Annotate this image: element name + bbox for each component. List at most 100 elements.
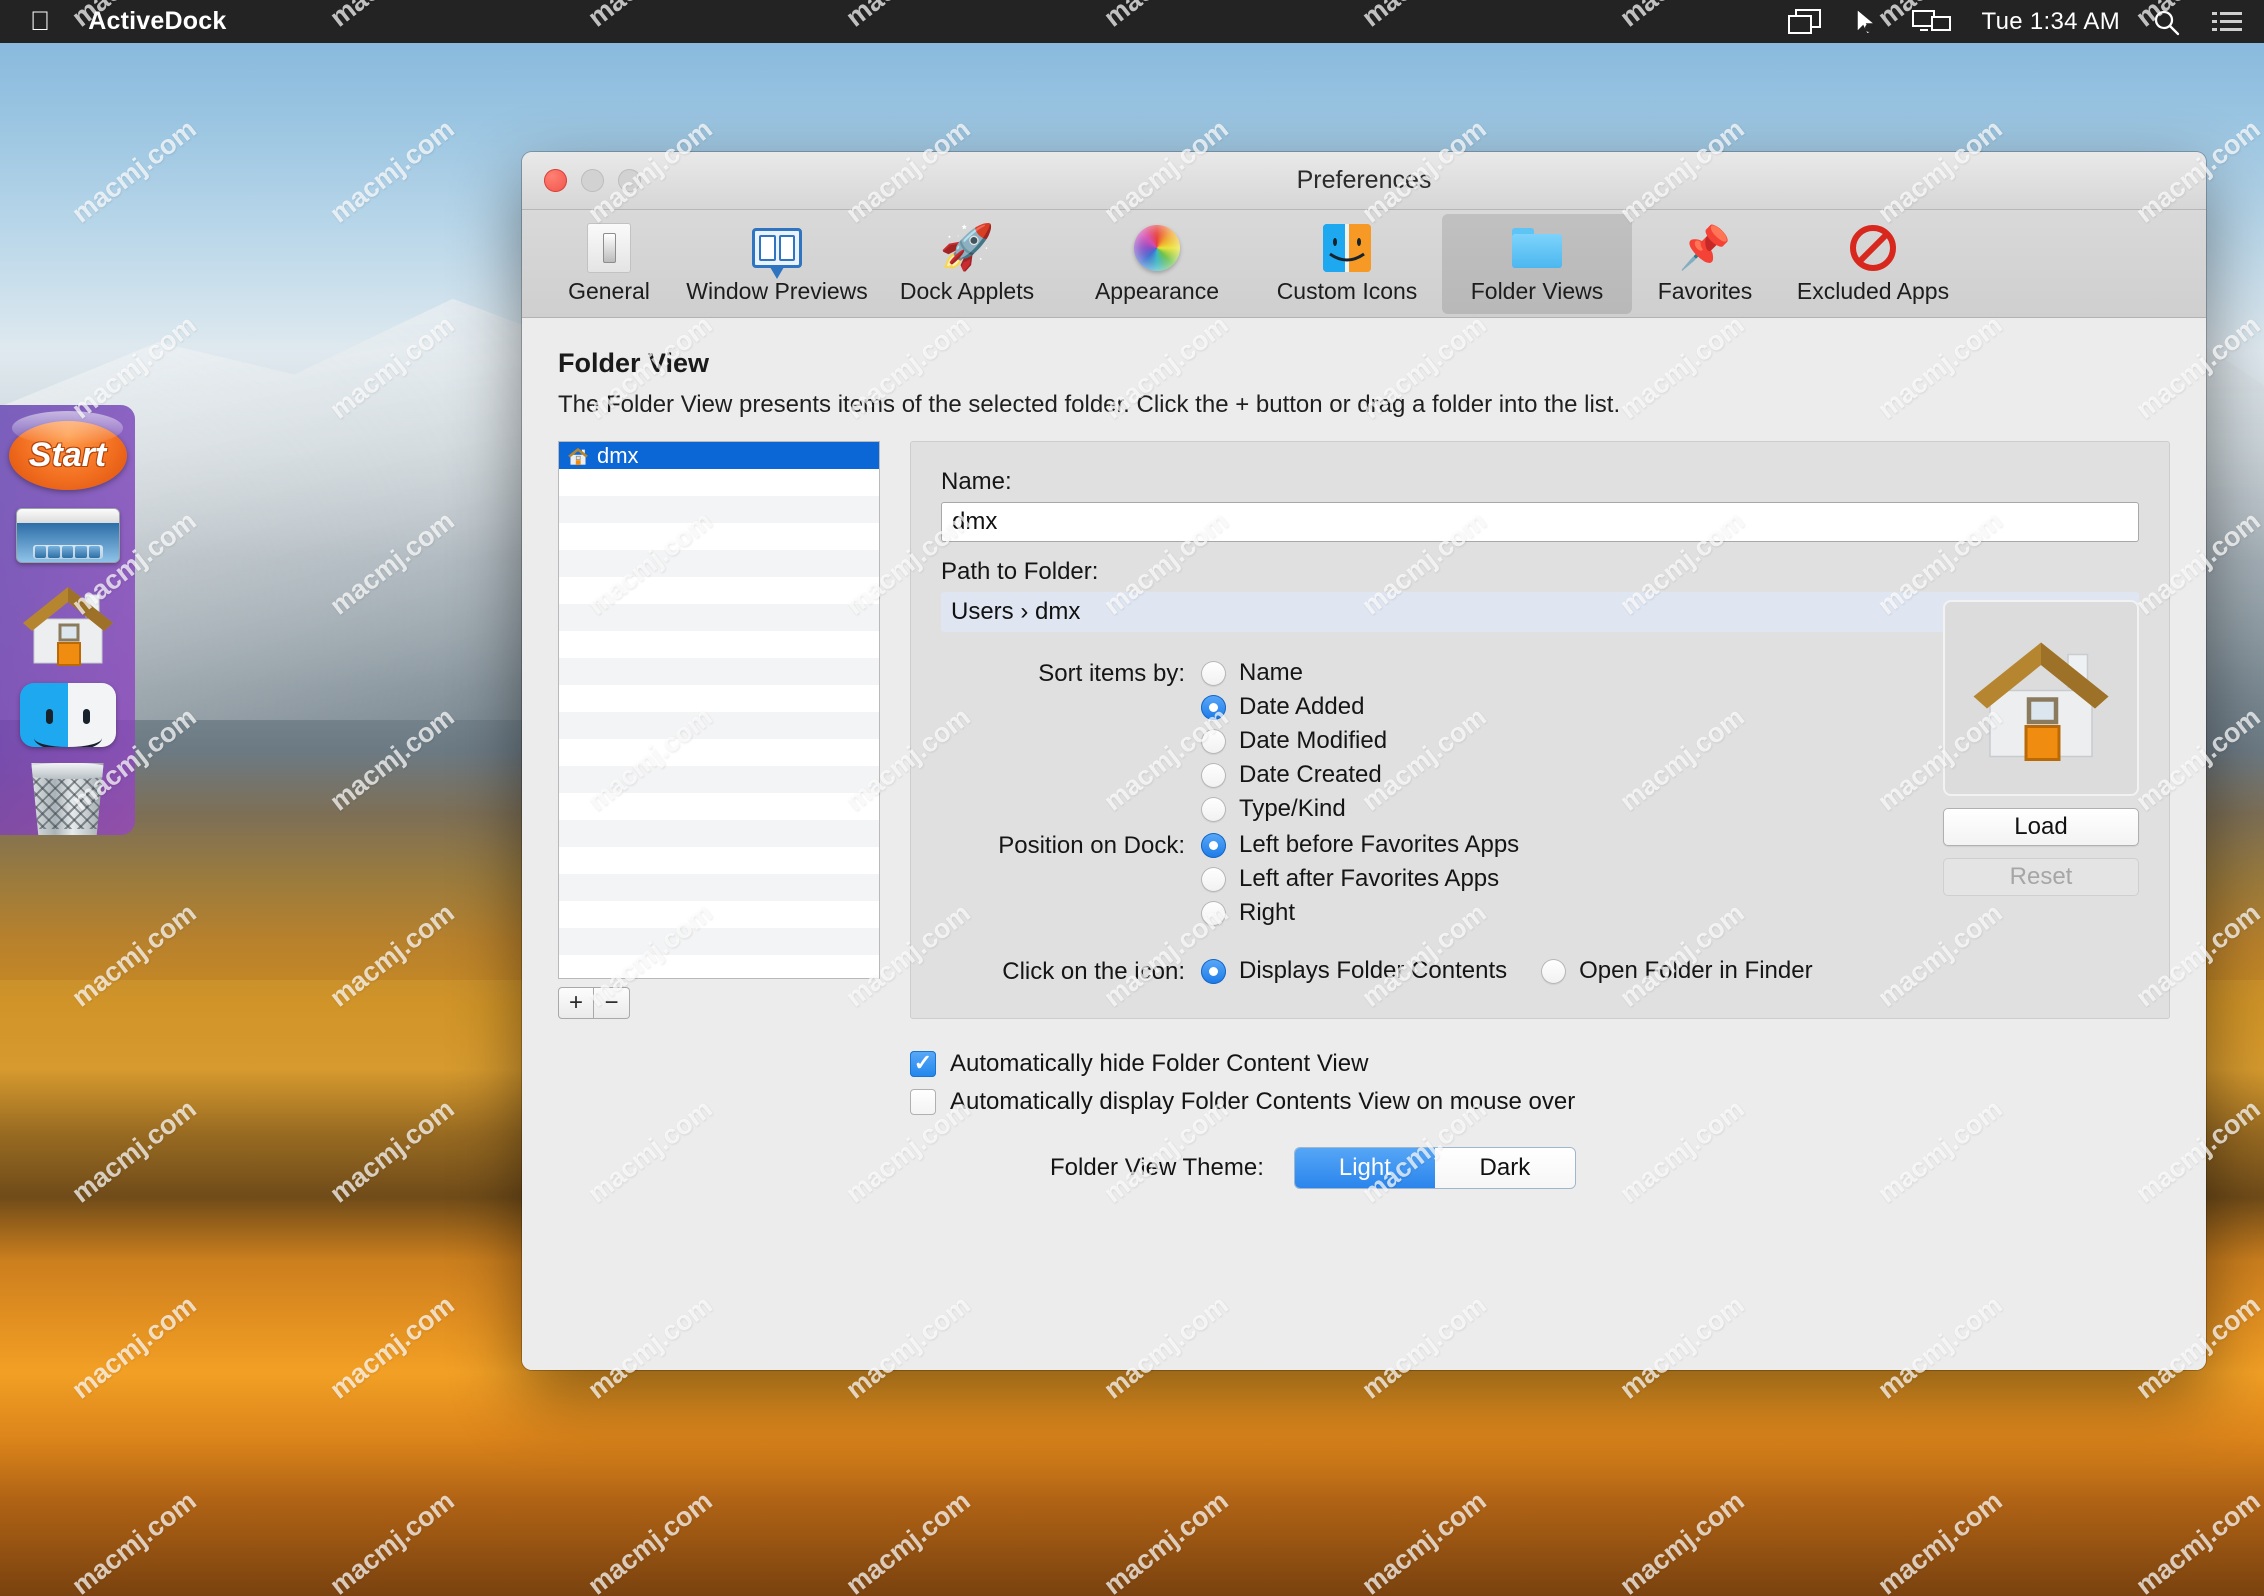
tab-favorites[interactable]: 📌 Favorites	[1632, 214, 1778, 314]
table-row	[559, 739, 879, 766]
theme-option-light[interactable]: Light	[1294, 1148, 1435, 1188]
menubar-clock[interactable]: Tue 1:34 AM	[1982, 8, 2121, 36]
dock-applets-icon: 🚀	[939, 223, 995, 272]
position-on-dock-label: Position on Dock:	[998, 832, 1185, 859]
preferences-window: Preferences General Window Previews 🚀 Do…	[522, 152, 2206, 1370]
table-row	[559, 469, 879, 496]
reset-button[interactable]: Reset	[1943, 858, 2139, 896]
radio-icon	[1201, 728, 1226, 754]
display-icon[interactable]	[1911, 9, 1952, 35]
page-description: The Folder View presents items of the se…	[558, 391, 1621, 418]
radio-label: Displays Folder Contents	[1239, 957, 1508, 984]
icon-preview-box[interactable]	[1943, 600, 2139, 796]
folder-list[interactable]: dmx	[558, 441, 880, 979]
table-row	[559, 955, 879, 978]
excluded-apps-icon	[1847, 222, 1899, 274]
finder-icon[interactable]	[19, 682, 116, 747]
table-row	[559, 766, 879, 793]
radio-icon	[1201, 660, 1226, 686]
home-folder-icon	[567, 445, 589, 467]
radio-icon-selected	[1201, 832, 1226, 858]
activedock-dock: Start	[0, 405, 135, 835]
radio-icon-selected	[1201, 694, 1226, 720]
table-row	[559, 523, 879, 550]
radio-click-open-finder[interactable]: Open Folder in Finder	[1541, 954, 1813, 988]
radio-label: Right	[1239, 899, 1296, 926]
tab-folder-views[interactable]: Folder Views	[1442, 214, 1632, 314]
name-field[interactable]	[941, 502, 2139, 542]
tab-excluded-apps-label: Excluded Apps	[1796, 278, 1950, 304]
home-folder-icon	[1973, 642, 2109, 761]
start-button-label: Start	[28, 436, 107, 474]
checkbox-auto-display-on-hover[interactable]: Automatically display Folder Contents Vi…	[910, 1083, 2170, 1121]
radio-label: Open Folder in Finder	[1579, 957, 1813, 984]
tab-custom-icons[interactable]: Custom Icons	[1252, 214, 1442, 314]
apple-menu-icon[interactable]: 	[30, 8, 50, 35]
click-on-icon-row: Click on the icon: Displays Folder Conte…	[941, 954, 2139, 988]
preferences-content: Folder View The Folder View presents ite…	[522, 318, 2206, 1370]
folder-list-column: dmx + −	[558, 441, 880, 1019]
checkbox-icon	[910, 1089, 936, 1115]
thumb-titlebar	[16, 509, 119, 523]
favorites-icon: 📌	[1678, 224, 1732, 271]
folder-views-icon	[1511, 222, 1563, 274]
notification-center-icon[interactable]	[2212, 10, 2242, 34]
table-row	[559, 847, 879, 874]
table-row	[559, 577, 879, 604]
window-titlebar[interactable]: Preferences	[522, 152, 2206, 210]
click-on-icon-options: Displays Folder Contents Open Folder in …	[1201, 954, 2139, 988]
radio-label: Type/Kind	[1239, 795, 1346, 822]
remove-folder-button[interactable]: −	[594, 987, 630, 1019]
tab-appearance-label: Appearance	[1094, 278, 1220, 304]
tab-appearance[interactable]: Appearance	[1062, 214, 1252, 314]
mission-control-icon[interactable]	[1787, 8, 1822, 35]
add-folder-button[interactable]: +	[558, 987, 594, 1019]
cursor-icon[interactable]	[1854, 7, 1880, 36]
table-row	[559, 928, 879, 955]
radio-label: Date Modified	[1239, 727, 1388, 754]
sort-items-label: Sort items by:	[1038, 660, 1185, 687]
appearance-icon	[1131, 222, 1183, 274]
tab-dock-applets-label: Dock Applets	[899, 278, 1035, 304]
tab-excluded-apps[interactable]: Excluded Apps	[1778, 214, 1968, 314]
menu-bar:  ActiveDock Tue 1:34 AM	[0, 0, 2264, 43]
load-button[interactable]: Load	[1943, 808, 2139, 846]
radio-icon	[1201, 900, 1226, 926]
folder-view-theme-row: Folder View Theme: Light Dark	[910, 1147, 2170, 1189]
search-icon[interactable]	[2152, 8, 2180, 36]
tab-general[interactable]: General	[536, 214, 682, 314]
table-row	[559, 631, 879, 658]
custom-icons-icon	[1321, 222, 1373, 274]
menubar-app-title[interactable]: ActiveDock	[88, 7, 226, 36]
radio-label: Name	[1239, 659, 1304, 686]
list-item-label: dmx	[597, 442, 639, 468]
table-row	[559, 685, 879, 712]
radio-icon	[1201, 796, 1226, 822]
table-row	[559, 658, 879, 685]
start-button[interactable]: Start	[8, 421, 127, 490]
tab-dock-applets[interactable]: 🚀 Dock Applets	[872, 214, 1062, 314]
tab-window-previews[interactable]: Window Previews	[682, 214, 872, 314]
list-item[interactable]: dmx	[559, 442, 879, 469]
bottom-options: Automatically hide Folder Content View A…	[558, 1045, 2170, 1189]
table-row	[559, 712, 879, 739]
list-toolbar: + −	[558, 987, 880, 1019]
radio-position-right[interactable]: Right	[1201, 896, 2139, 930]
table-row	[559, 496, 879, 523]
window-title: Preferences	[1296, 166, 1432, 194]
folder-view-theme-toggle[interactable]: Light Dark	[1293, 1147, 1576, 1189]
tab-general-label: General	[568, 278, 650, 304]
desktop-thumbnail-icon[interactable]	[15, 508, 120, 563]
table-row	[559, 550, 879, 577]
radio-click-displays-contents[interactable]: Displays Folder Contents	[1201, 954, 1507, 988]
theme-option-dark[interactable]: Dark	[1434, 1148, 1575, 1188]
checkbox-auto-hide-folder-content[interactable]: Automatically hide Folder Content View	[910, 1045, 2170, 1083]
folder-view-theme-label: Folder View Theme:	[1050, 1154, 1264, 1181]
radio-icon	[1201, 866, 1226, 892]
radio-icon-selected	[1201, 958, 1226, 984]
home-folder-icon[interactable]	[18, 581, 118, 667]
trash-icon[interactable]	[31, 763, 104, 835]
tab-folder-views-label: Folder Views	[1470, 278, 1604, 304]
checkbox-label: Automatically display Folder Contents Vi…	[950, 1088, 1576, 1115]
preferences-toolbar: General Window Previews 🚀 Dock Applets A…	[522, 210, 2206, 318]
